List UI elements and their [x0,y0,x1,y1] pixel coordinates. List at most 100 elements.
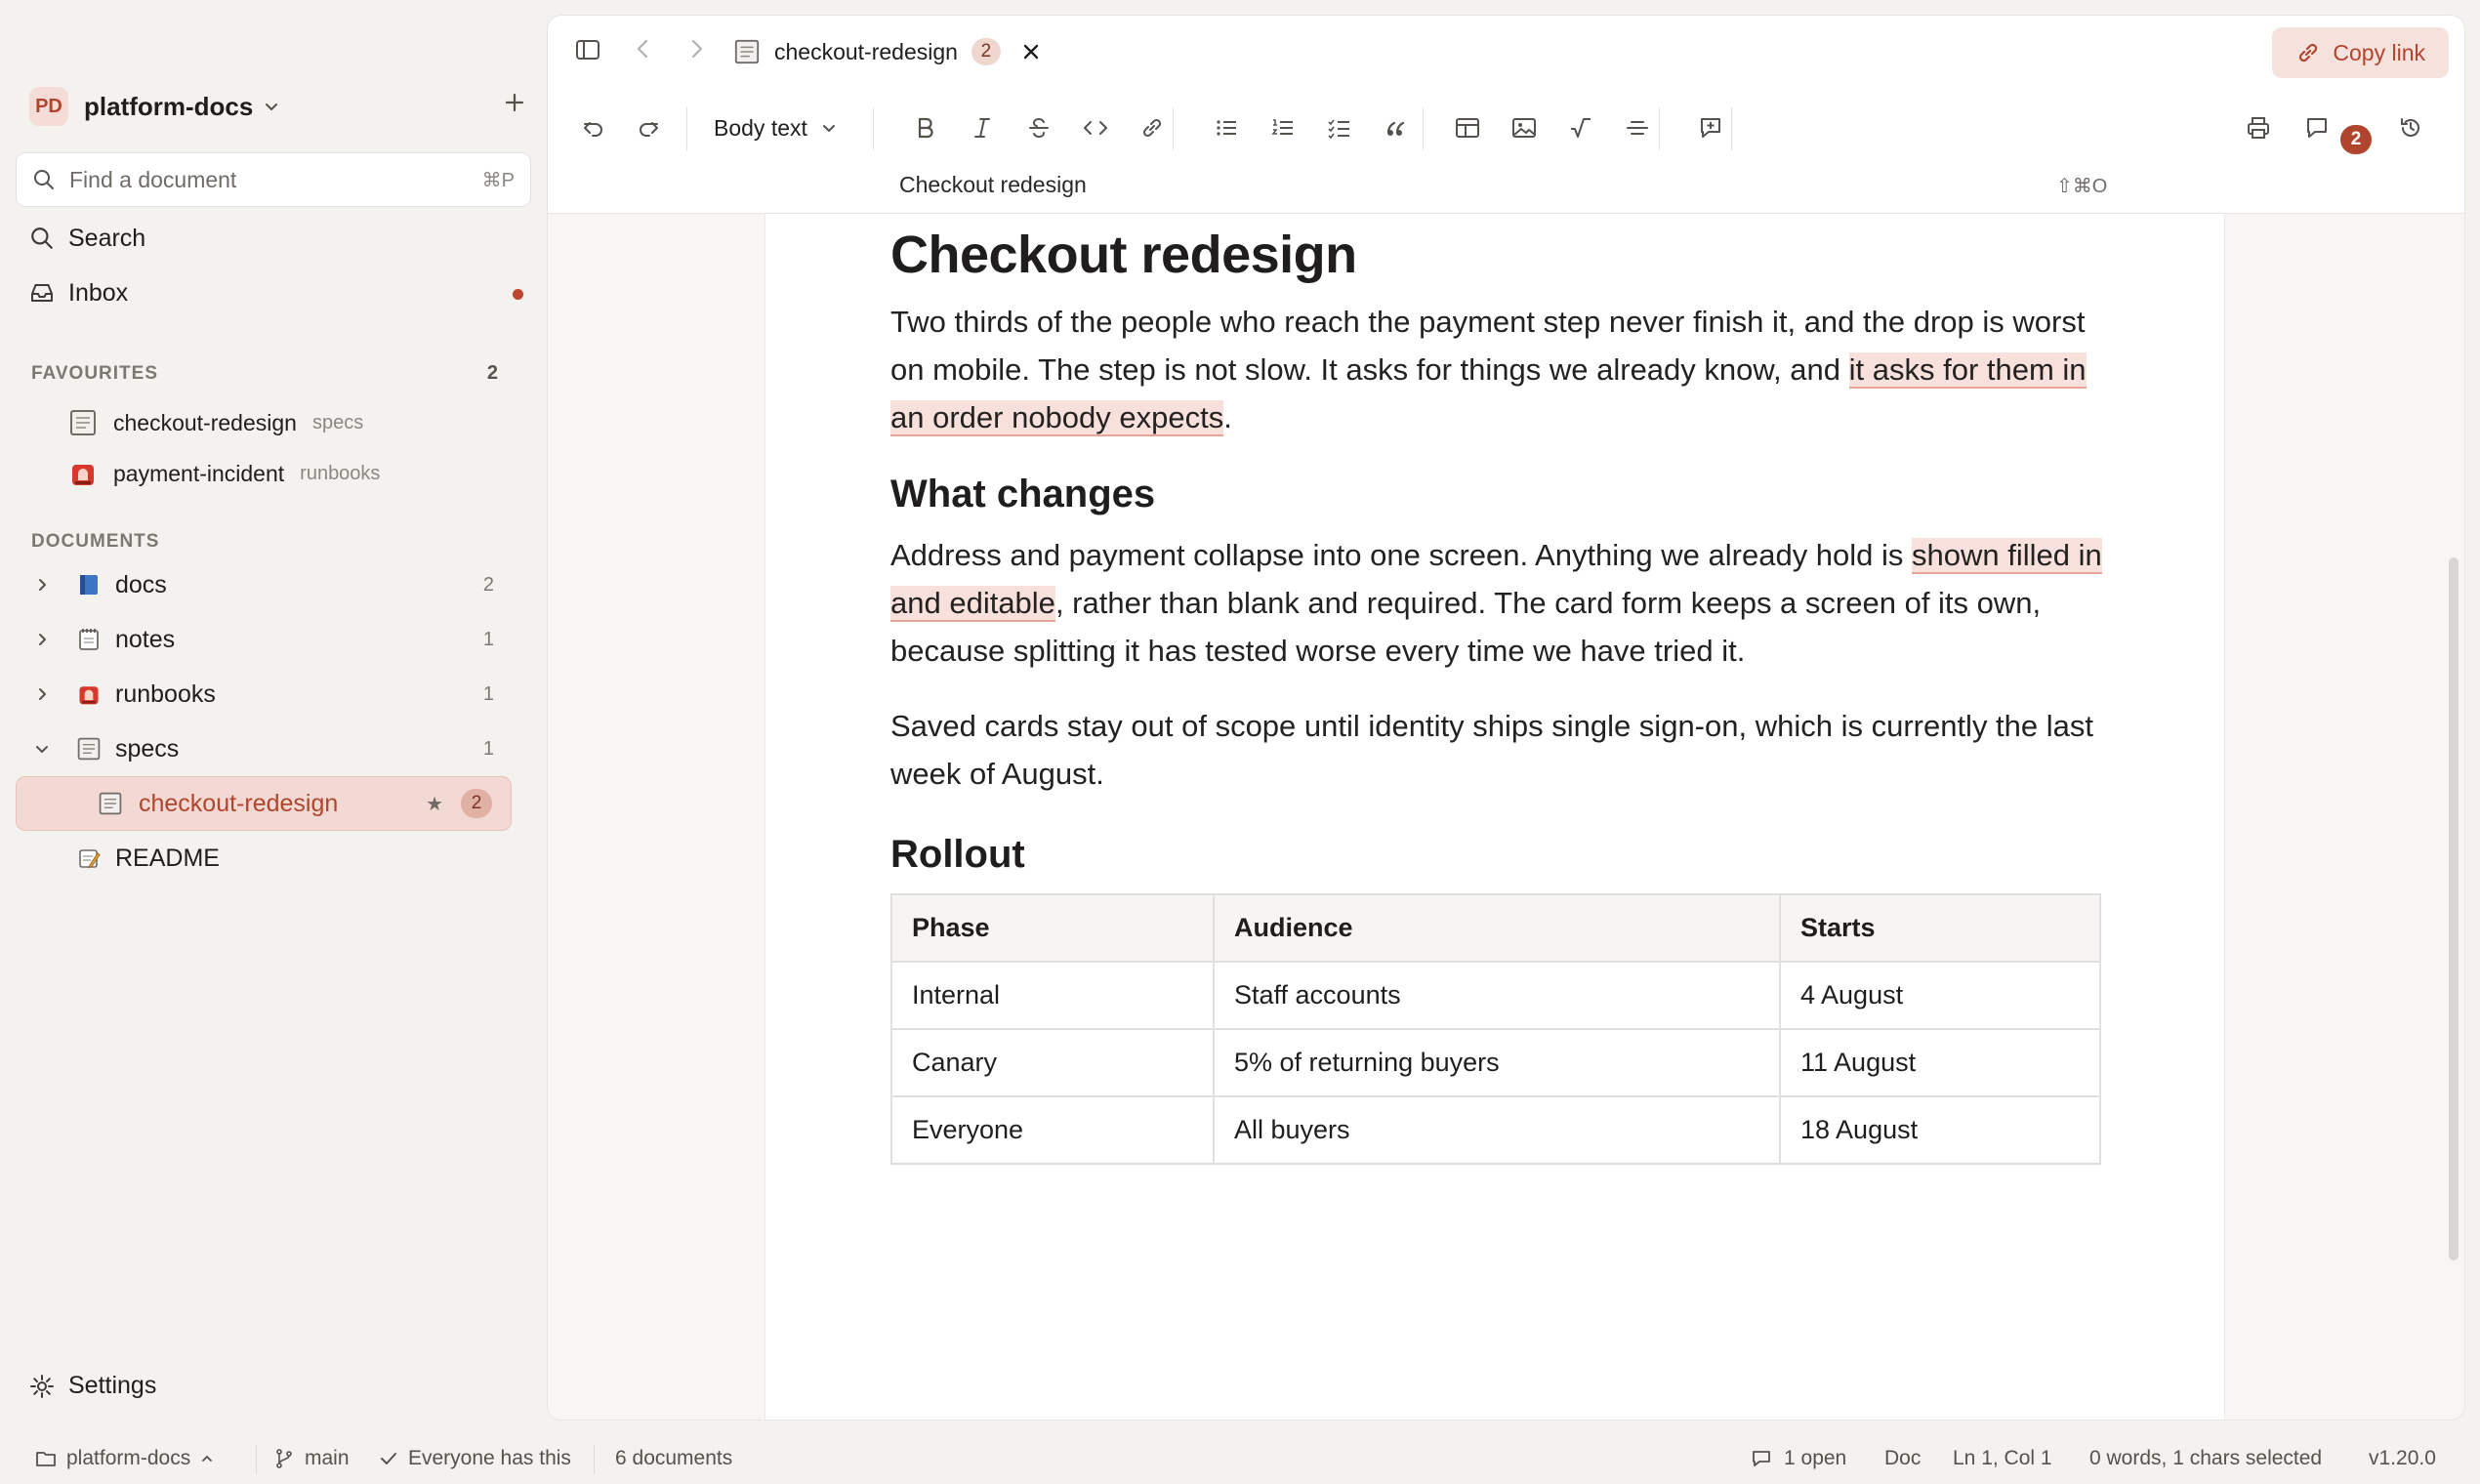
formatting-toolbar: Body text 2 [548,88,2464,166]
folder-notes[interactable]: notes 1 [29,615,517,664]
paragraph-text: . [1223,400,1232,434]
new-document-plus-icon[interactable] [502,90,527,115]
toggle-sidebar-icon[interactable] [573,35,602,64]
paragraph: Address and payment collapse into one sc… [890,531,2111,675]
search-icon [29,226,55,251]
favourite-item[interactable]: payment-incident runbooks [68,452,527,495]
siren-icon [76,681,102,707]
chevron-right-icon[interactable] [29,686,55,702]
folder-docs[interactable]: docs 2 [29,560,517,609]
document-label: README [115,844,220,872]
status-mode[interactable]: Doc [1884,1447,1921,1470]
table-row: Internal Staff accounts 4 August [890,961,2101,1030]
document-content[interactable]: Checkout redesign Two thirds of the peop… [890,224,2111,1165]
status-comments[interactable]: 1 open [1751,1447,1846,1470]
outline-shortcut: ⇧⌘O [2056,176,2108,197]
nav-inbox[interactable]: Inbox [29,271,527,314]
tab-title: checkout-redesign [774,38,958,64]
status-workspace[interactable]: platform-docs [35,1447,214,1470]
folder-label: docs [115,570,167,598]
favourite-item[interactable]: checkout-redesign specs [68,401,527,444]
copy-link-button[interactable]: Copy link [2272,27,2449,78]
table-icon[interactable] [1451,111,1484,144]
status-comments-label: 1 open [1784,1447,1847,1469]
table-cell: Staff accounts [1213,961,1781,1030]
folder-specs[interactable]: specs 1 [29,724,517,773]
star-icon[interactable]: ★ [426,792,443,816]
paragraph-text: Address and payment collapse into one sc… [890,538,1913,572]
chevron-up-icon [200,1452,214,1465]
status-branch[interactable]: main [273,1447,350,1470]
chevron-down-icon [263,98,280,115]
memo-icon [76,845,102,871]
strikethrough-icon[interactable] [1022,111,1055,144]
rollout-table[interactable]: Phase Audience Starts Internal Staff acc… [890,893,2101,1165]
table-cell: 11 August [1779,1028,2101,1097]
documents-heading: DOCUMENTS [31,531,160,552]
favourites-heading: FAVOURITES [31,363,158,384]
document-checkout-redesign[interactable]: checkout-redesign ★ 2 [98,779,508,828]
document-outline-title[interactable]: Checkout redesign [899,172,1087,198]
add-comment-icon[interactable] [1694,111,1727,144]
spec-document-icon [68,408,98,437]
search-icon [32,168,56,191]
history-icon[interactable] [2394,111,2427,144]
git-branch-icon [273,1448,295,1469]
status-sharing[interactable]: Everyone has this [379,1447,571,1470]
italic-icon[interactable] [966,111,999,144]
table-row: Everyone All buyers 18 August [890,1095,2101,1165]
chevron-down-icon[interactable] [29,741,55,757]
settings-button[interactable]: Settings [29,1372,156,1400]
folder-label: specs [115,734,180,763]
copy-link-label: Copy link [2333,39,2425,65]
bullet-list-icon[interactable] [1210,111,1243,144]
code-icon[interactable] [1079,111,1112,144]
folder-count: 1 [482,628,494,650]
comment-icon [1751,1448,1772,1469]
chevron-right-icon[interactable] [29,632,55,647]
spec-document-icon [733,38,761,65]
link-icon[interactable] [1136,111,1169,144]
folder-label: runbooks [115,680,216,708]
block-type-select[interactable]: Body text [714,111,837,144]
status-cursor[interactable]: Ln 1, Col 1 [1953,1447,2052,1470]
back-arrow-icon[interactable] [630,35,657,62]
find-document-input[interactable]: Find a document ⌘P [16,152,531,207]
forward-arrow-icon[interactable] [682,35,710,62]
divider-icon[interactable] [1621,111,1654,144]
inbox-icon [29,280,55,306]
find-document-placeholder: Find a document [69,166,237,192]
table-header-cell: Audience [1213,893,1781,963]
workspace-name: platform-docs [84,91,254,121]
checklist-icon[interactable] [1323,111,1356,144]
folder-runbooks[interactable]: runbooks 1 [29,670,517,719]
check-icon [379,1449,398,1468]
favourite-folder: specs [311,411,364,433]
close-icon[interactable] [1020,41,1042,62]
bold-icon[interactable] [909,111,942,144]
comments-count-badge: 2 [2340,125,2372,154]
print-icon[interactable] [2242,111,2275,144]
chevron-down-icon [821,120,837,136]
comments-icon[interactable] [2300,111,2334,144]
table-cell: 5% of returning buyers [1213,1028,1781,1097]
scrollbar-thumb[interactable] [2449,557,2459,1260]
tab-checkout-redesign[interactable]: checkout-redesign 2 [733,25,1042,78]
undo-icon[interactable] [577,111,610,144]
table-header-row: Phase Audience Starts [890,893,2101,963]
quote-icon[interactable] [1380,111,1413,144]
block-type-value: Body text [714,114,807,141]
chevron-right-icon[interactable] [29,577,55,593]
workspace-switcher[interactable]: PD platform-docs [29,84,527,129]
redo-icon[interactable] [632,111,665,144]
image-icon[interactable] [1508,111,1541,144]
spec-document-icon [76,736,102,762]
table-cell: Internal [890,961,1215,1030]
document-readme[interactable]: README [29,834,517,883]
nav-search[interactable]: Search [29,217,527,260]
numbered-list-icon[interactable] [1266,111,1300,144]
document-page[interactable]: Checkout redesign Two thirds of the peop… [765,214,2225,1420]
status-selection: 0 words, 1 chars selected [2089,1447,2322,1470]
math-icon[interactable] [1564,111,1597,144]
workspace-avatar: PD [29,87,68,126]
